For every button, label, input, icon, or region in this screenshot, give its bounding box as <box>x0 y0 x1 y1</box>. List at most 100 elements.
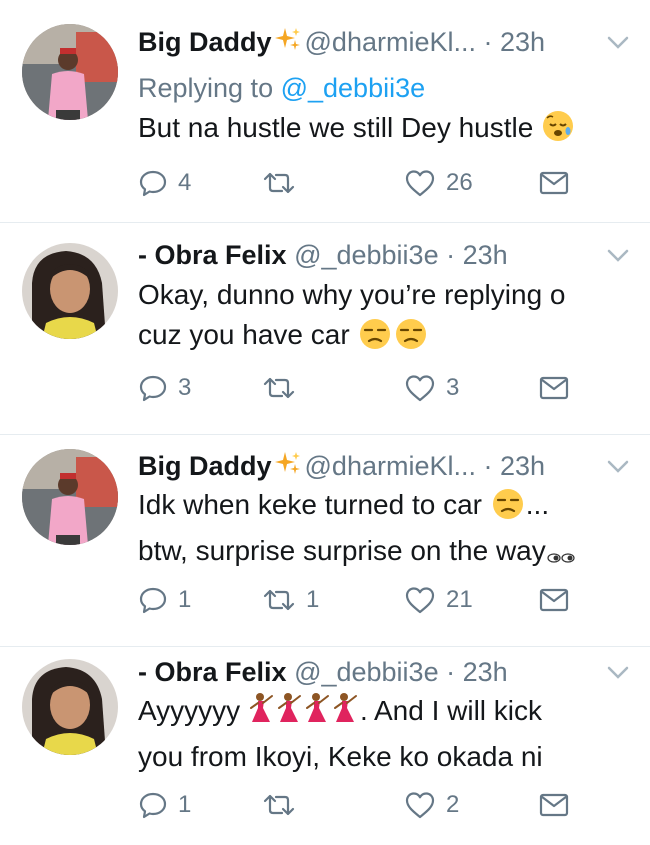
separator-dot: · <box>446 240 456 270</box>
chevron-down-icon[interactable] <box>606 246 630 266</box>
unamused-face-emoji <box>490 488 526 531</box>
like-button[interactable]: 3 <box>404 372 459 404</box>
tweet-text: But na hustle we still Dey hustle <box>138 108 638 154</box>
tweet-text-line: Okay, dunno why you’re replying o <box>138 279 566 310</box>
tweet-2[interactable]: - Obra Felix @_debbii3e · 23h Okay, dunn… <box>0 223 650 434</box>
sparkles-icon <box>274 26 302 61</box>
chevron-down-icon[interactable] <box>606 457 630 477</box>
tweet-1[interactable]: Big Daddy @dharmieKl... · 23h Replying to… <box>0 0 650 222</box>
like-button[interactable]: 26 <box>404 167 473 199</box>
like-icon <box>404 373 436 403</box>
reply-button[interactable]: 4 <box>138 167 191 199</box>
separator-dot: · <box>483 27 493 57</box>
retweet-button[interactable]: 1 <box>262 584 319 616</box>
reply-count: 3 <box>178 374 192 401</box>
tweet-header: Big Daddy @dharmieKl... · 23h <box>138 26 545 61</box>
tweet-text-line: Ayyyyyy <box>138 695 241 726</box>
author-name[interactable]: - Obra Felix <box>138 240 287 270</box>
replying-to: Replying to @_debbii3e <box>138 72 425 104</box>
dancer-emoji <box>304 692 332 737</box>
retweet-icon <box>262 790 296 820</box>
tweet-text-ellipsis: ... <box>525 489 550 520</box>
dm-icon <box>539 375 569 401</box>
tweet-actions: 4 26 <box>138 167 628 199</box>
replying-handle-link[interactable]: @_debbii3e <box>281 73 426 103</box>
author-handle[interactable]: @_debbii3e <box>294 657 439 687</box>
tweet-text-line: . And I will kick <box>359 695 543 726</box>
tweet-3[interactable]: Big Daddy @dharmieKl... · 23h Idk when ke… <box>0 435 650 646</box>
author-name[interactable]: Big Daddy <box>138 451 272 481</box>
reply-count: 4 <box>178 169 192 196</box>
tweet-actions: 3 3 <box>138 372 628 404</box>
like-count: 26 <box>446 169 473 196</box>
avatar[interactable] <box>22 243 118 339</box>
retweet-icon <box>262 168 296 198</box>
dancer-emoji <box>332 692 360 737</box>
tweet-text-line-2: cuz you have car <box>138 315 638 361</box>
like-count: 21 <box>446 586 473 613</box>
author-handle[interactable]: @dharmieKl... <box>305 451 476 481</box>
dm-icon <box>539 170 569 196</box>
dm-button[interactable] <box>539 789 569 821</box>
tweet-4[interactable]: - Obra Felix @_debbii3e · 23h Ayyyyyy . … <box>0 647 650 845</box>
dancer-emoji <box>248 692 276 737</box>
reply-icon <box>138 168 168 198</box>
eyes-emoji <box>546 537 576 577</box>
avatar[interactable] <box>22 659 118 755</box>
tweet-header: - Obra Felix @_debbii3e · 23h <box>138 239 508 271</box>
dm-button[interactable] <box>539 167 569 199</box>
reply-button[interactable]: 3 <box>138 372 191 404</box>
like-icon <box>404 168 436 198</box>
chevron-down-icon[interactable] <box>606 663 630 683</box>
retweet-button[interactable] <box>262 372 306 404</box>
timestamp[interactable]: 23h <box>463 240 508 270</box>
dm-button[interactable] <box>539 372 569 404</box>
retweet-button[interactable] <box>262 167 306 199</box>
like-icon <box>404 790 436 820</box>
separator-dot: · <box>446 657 456 687</box>
author-name[interactable]: - Obra Felix <box>138 657 287 687</box>
reply-count: 1 <box>178 586 192 613</box>
sleepy-face-emoji <box>541 109 575 154</box>
retweet-icon <box>262 585 296 615</box>
dancer-emoji <box>276 692 304 737</box>
like-count: 3 <box>446 374 460 401</box>
reply-icon <box>138 790 168 820</box>
tweet-text-line: Idk when keke turned to car <box>138 489 482 520</box>
unamused-face-emoji <box>357 318 393 361</box>
avatar[interactable] <box>22 449 118 545</box>
author-handle[interactable]: @_debbii3e <box>294 240 439 270</box>
author-handle[interactable]: @dharmieKl... <box>305 27 476 57</box>
chevron-down-icon[interactable] <box>606 33 630 53</box>
sparkles-icon <box>274 450 302 485</box>
avatar[interactable] <box>22 24 118 120</box>
tweet-text-line: you from Ikoyi, Keke ko okada ni <box>138 741 543 772</box>
like-icon <box>404 585 436 615</box>
reply-button[interactable]: 1 <box>138 789 191 821</box>
reply-button[interactable]: 1 <box>138 584 191 616</box>
tweet-text-line: btw, surprise surprise on the way <box>138 535 546 566</box>
tweet-text-line: But na hustle we still Dey hustle <box>138 112 534 143</box>
tweet-header: Big Daddy @dharmieKl... · 23h <box>138 450 545 485</box>
timestamp[interactable]: 23h <box>500 27 545 57</box>
dm-button[interactable] <box>539 584 569 616</box>
dm-icon <box>539 587 569 613</box>
tweet-text-line: cuz you have car <box>138 319 350 350</box>
tweet-actions: 1 2 <box>138 789 628 821</box>
dm-icon <box>539 792 569 818</box>
timestamp[interactable]: 23h <box>463 657 508 687</box>
retweet-button[interactable] <box>262 789 306 821</box>
tweet-text-line-1: Ayyyyyy . And I will kick <box>138 691 638 737</box>
like-button[interactable]: 2 <box>404 789 459 821</box>
replying-prefix: Replying to <box>138 73 281 103</box>
separator-dot: · <box>483 451 493 481</box>
retweet-icon <box>262 373 296 403</box>
like-count: 2 <box>446 791 460 818</box>
author-name[interactable]: Big Daddy <box>138 27 272 57</box>
tweet-text-line-1: Idk when keke turned to car ... <box>138 485 638 531</box>
tweet-text: Ayyyyyy . And I will kick you from Ikoyi… <box>138 691 638 777</box>
like-button[interactable]: 21 <box>404 584 473 616</box>
reply-icon <box>138 585 168 615</box>
timestamp[interactable]: 23h <box>500 451 545 481</box>
unamused-face-emoji <box>393 318 429 361</box>
